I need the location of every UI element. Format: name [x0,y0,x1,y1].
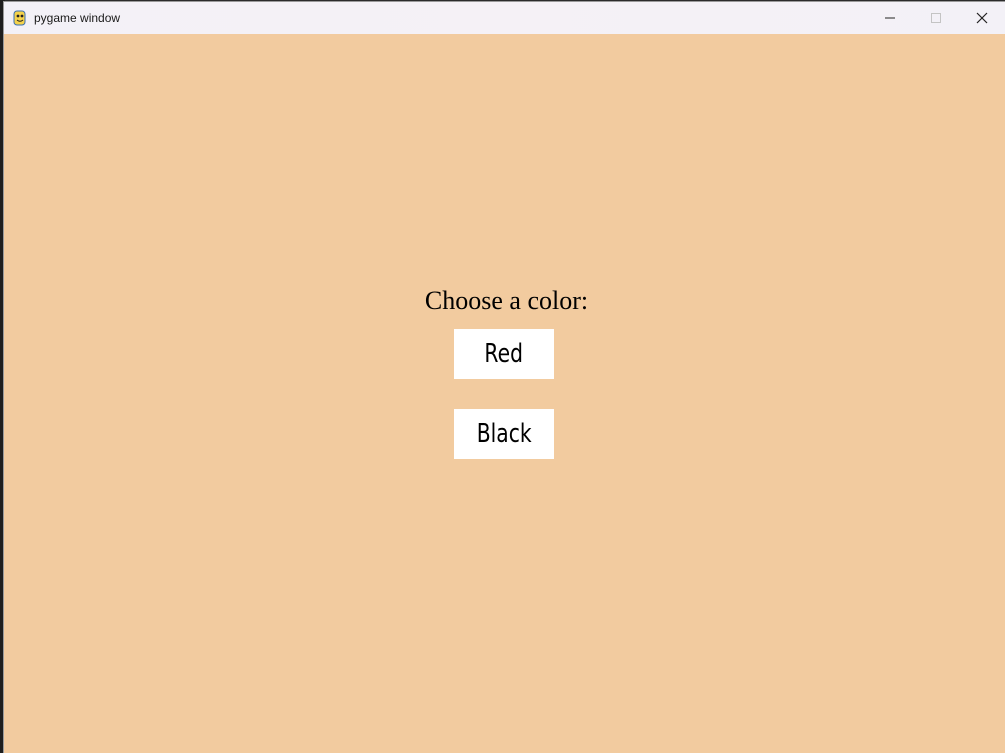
game-canvas: Choose a color: Red Black [4,34,1005,753]
maximize-icon [931,13,941,23]
maximize-button[interactable] [913,2,959,34]
minimize-icon [885,17,895,19]
pygame-snake-icon [12,10,28,26]
red-color-button[interactable]: Red [454,329,554,379]
pygame-window: pygame window Choose a color: Red Black [4,2,1005,753]
color-prompt: Choose a color: [424,286,589,315]
black-button-label: Black [476,419,532,449]
close-icon [976,12,988,24]
window-title: pygame window [34,11,121,25]
close-button[interactable] [959,2,1005,34]
red-button-label: Red [484,339,524,369]
black-color-button[interactable]: Black [454,409,554,459]
title-bar[interactable]: pygame window [4,2,1005,34]
minimize-button[interactable] [867,2,913,34]
